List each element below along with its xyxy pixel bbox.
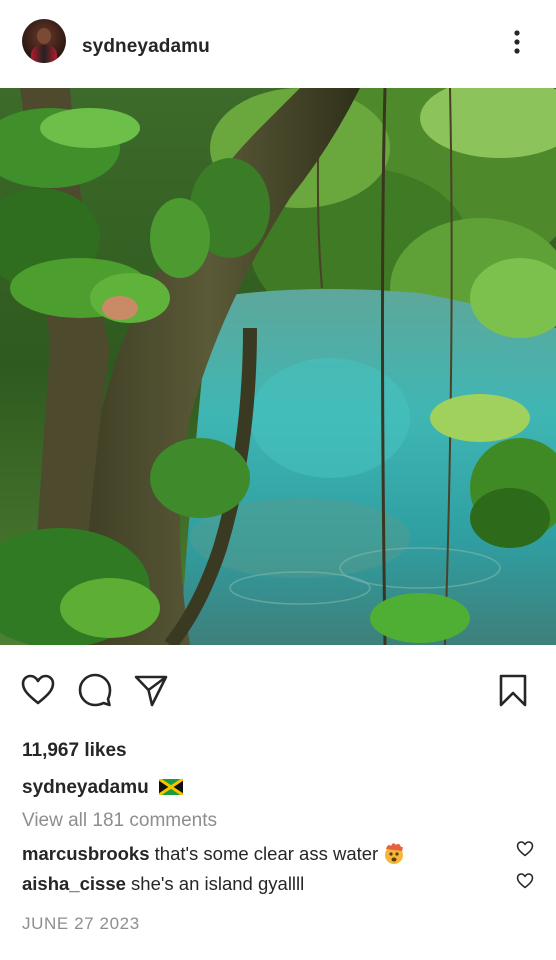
avatar-body	[31, 45, 57, 63]
comment-username[interactable]: aisha_cisse	[22, 873, 126, 894]
like-button[interactable]	[20, 672, 56, 708]
post-image[interactable]	[0, 88, 556, 645]
more-vertical-icon	[514, 30, 520, 54]
likes-count[interactable]: 11,967 likes	[22, 740, 127, 762]
post-actions	[0, 672, 556, 720]
save-button[interactable]	[495, 672, 531, 708]
comment-like-button[interactable]	[516, 872, 534, 890]
comment-button[interactable]	[77, 672, 113, 708]
paper-plane-icon	[134, 675, 168, 707]
caption: sydneyadamu	[22, 777, 183, 799]
avatar-face	[37, 28, 51, 44]
comment-text: she's an island gyallll	[131, 873, 305, 894]
post-username[interactable]: sydneyadamu	[82, 36, 210, 58]
jamaica-flag-icon	[158, 779, 183, 795]
caption-username[interactable]: sydneyadamu	[22, 777, 149, 798]
exploding-head-emoji-icon	[385, 843, 404, 864]
more-options-button[interactable]	[505, 28, 529, 56]
heart-icon	[516, 873, 534, 889]
comment-username[interactable]: marcusbrooks	[22, 843, 150, 864]
comment-text: that's some clear ass water	[154, 843, 379, 864]
avatar[interactable]	[22, 19, 66, 63]
bookmark-icon	[499, 674, 527, 707]
post-date: JUNE 27 2023	[22, 914, 140, 933]
comment-item: aisha_cisse she's an island gyallll	[22, 873, 532, 895]
heart-icon	[516, 841, 534, 857]
heart-icon	[21, 674, 55, 705]
comment-like-button[interactable]	[516, 840, 534, 858]
post-header: sydneyadamu	[0, 0, 556, 88]
comment-icon	[78, 673, 112, 707]
view-all-comments-link[interactable]: View all 181 comments	[22, 810, 217, 832]
share-button[interactable]	[133, 672, 169, 708]
comment-item: marcusbrooks that's some clear ass water	[22, 841, 532, 865]
